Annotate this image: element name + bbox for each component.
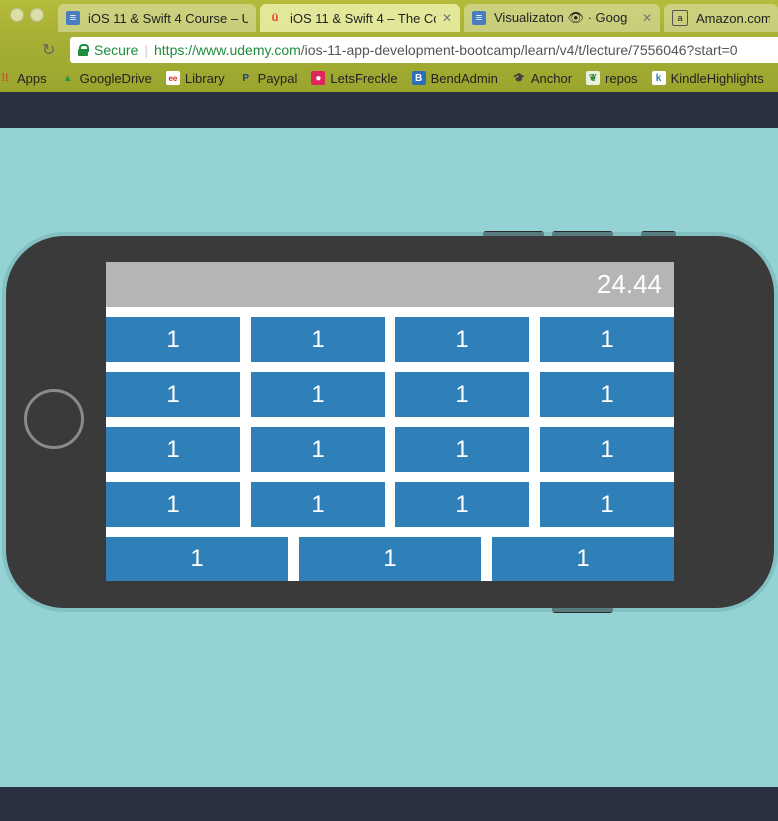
lock-icon: [78, 44, 89, 56]
bookmark-anchor[interactable]: 🎓 Anchor: [512, 71, 572, 86]
bookmark-label: LetsFreckle: [330, 70, 398, 86]
apps-grid-icon: ⁞⁞: [1, 72, 9, 84]
calc-key[interactable]: 1: [492, 537, 674, 581]
tab-title: Amazon.com: T: [696, 10, 770, 26]
calc-key[interactable]: 1: [106, 317, 240, 362]
calc-key[interactable]: 1: [251, 317, 385, 362]
bookmark-label: repos: [605, 70, 638, 86]
bookmark-apps[interactable]: ⁞⁞ Apps: [0, 71, 47, 86]
bookmark-repos[interactable]: ❦ repos: [586, 71, 638, 86]
tab-visualization[interactable]: ≡ Visualizaton 👁 · Goog ✕: [464, 4, 660, 32]
calc-key[interactable]: 1: [251, 372, 385, 417]
bookmarks-bar: ⁞⁞ Apps ▲ GoogleDrive ee Library P Paypa…: [0, 66, 778, 90]
calc-key[interactable]: 1: [106, 482, 240, 527]
doc-icon: ≡: [472, 11, 486, 25]
tab-title: iOS 11 & Swift 4 Course – U: [88, 10, 248, 26]
calc-key[interactable]: 1: [395, 317, 529, 362]
url-path: /ios-11-app-development-bootcamp/learn/v…: [300, 42, 738, 58]
calc-key[interactable]: 1: [540, 482, 674, 527]
tab-amazon[interactable]: a Amazon.com: T: [664, 4, 778, 32]
bookmark-label: KindleHighlights: [670, 70, 764, 86]
video-top-bar: [0, 92, 778, 128]
tab-title: iOS 11 & Swift 4 – The Co: [290, 10, 436, 26]
bookmark-library[interactable]: ee Library: [165, 70, 225, 86]
library-icon: ee: [165, 71, 180, 85]
video-controls-bar: [0, 787, 778, 821]
tab-strip: ≡ iOS 11 & Swift 4 Course – U ü iOS 11 &…: [0, 0, 778, 36]
bookmark-letsfreckle[interactable]: ● LetsFreckle: [311, 70, 398, 86]
calculator-screen: 24.44 1 1 1 1 1 1 1 1 1 1 1 1 1 1 1 1 1 …: [106, 262, 674, 581]
calc-key[interactable]: 1: [395, 427, 529, 472]
bookmark-label: Apps: [17, 70, 47, 86]
calc-key[interactable]: 1: [299, 537, 481, 581]
minimize-window-button[interactable]: [30, 8, 44, 22]
bookmark-label: BendAdmin: [430, 70, 498, 86]
google-drive-icon: ▲: [62, 72, 73, 84]
bookmark-kindlehighlights[interactable]: k KindleHighlights: [651, 70, 764, 86]
calc-key[interactable]: 1: [395, 372, 529, 417]
calc-key[interactable]: 1: [540, 317, 674, 362]
bookmark-googledrive[interactable]: ▲ GoogleDrive: [61, 71, 152, 86]
calc-key[interactable]: 1: [540, 427, 674, 472]
browser-chrome: ≡ iOS 11 & Swift 4 Course – U ü iOS 11 &…: [0, 0, 778, 92]
separator: |: [144, 42, 148, 58]
paypal-icon: P: [242, 72, 249, 84]
security-label: Secure: [94, 42, 139, 58]
calc-key[interactable]: 1: [540, 372, 674, 417]
close-tab-icon[interactable]: ✕: [642, 11, 652, 25]
amazon-icon: a: [672, 10, 688, 26]
kindle-icon: k: [651, 71, 666, 85]
calc-key[interactable]: 1: [395, 482, 529, 527]
calc-key[interactable]: 1: [106, 372, 240, 417]
tab-ios-course[interactable]: ≡ iOS 11 & Swift 4 Course – U: [58, 4, 256, 32]
bookmark-label: Paypal: [257, 70, 298, 86]
bend-icon: B: [411, 71, 426, 85]
calc-key[interactable]: 1: [106, 427, 240, 472]
bookmark-label: Library: [184, 70, 225, 86]
reload-icon[interactable]: ↻: [42, 40, 55, 60]
close-window-button[interactable]: [10, 8, 24, 22]
bookmark-label: Anchor: [530, 70, 573, 86]
url-host: https://www.udemy.com: [154, 42, 301, 58]
calc-key[interactable]: 1: [106, 537, 288, 581]
udemy-icon: ü: [271, 12, 279, 24]
doc-icon: ≡: [66, 11, 80, 25]
bookmark-label: GoogleDrive: [79, 70, 152, 86]
close-tab-icon[interactable]: ✕: [442, 11, 452, 25]
tab-udemy-active[interactable]: ü iOS 11 & Swift 4 – The Co ✕: [260, 4, 460, 32]
freckle-icon: ●: [311, 71, 326, 85]
tab-title: Visualizaton 👁 · Goog: [494, 10, 628, 25]
calc-key[interactable]: 1: [251, 482, 385, 527]
home-button[interactable]: [24, 389, 84, 449]
address-bar[interactable]: Secure | https://www.udemy.com /ios-11-a…: [70, 37, 778, 63]
bookmark-bendadmin[interactable]: B BendAdmin: [411, 70, 498, 86]
graduation-cap-icon: 🎓: [512, 72, 526, 84]
bookmark-paypal[interactable]: P Paypal: [239, 70, 298, 86]
toolbar: ↻ Secure | https://www.udemy.com /ios-11…: [0, 36, 778, 64]
calculator-display: 24.44: [106, 262, 674, 307]
leaf-icon: ❦: [586, 71, 601, 85]
calc-key[interactable]: 1: [251, 427, 385, 472]
